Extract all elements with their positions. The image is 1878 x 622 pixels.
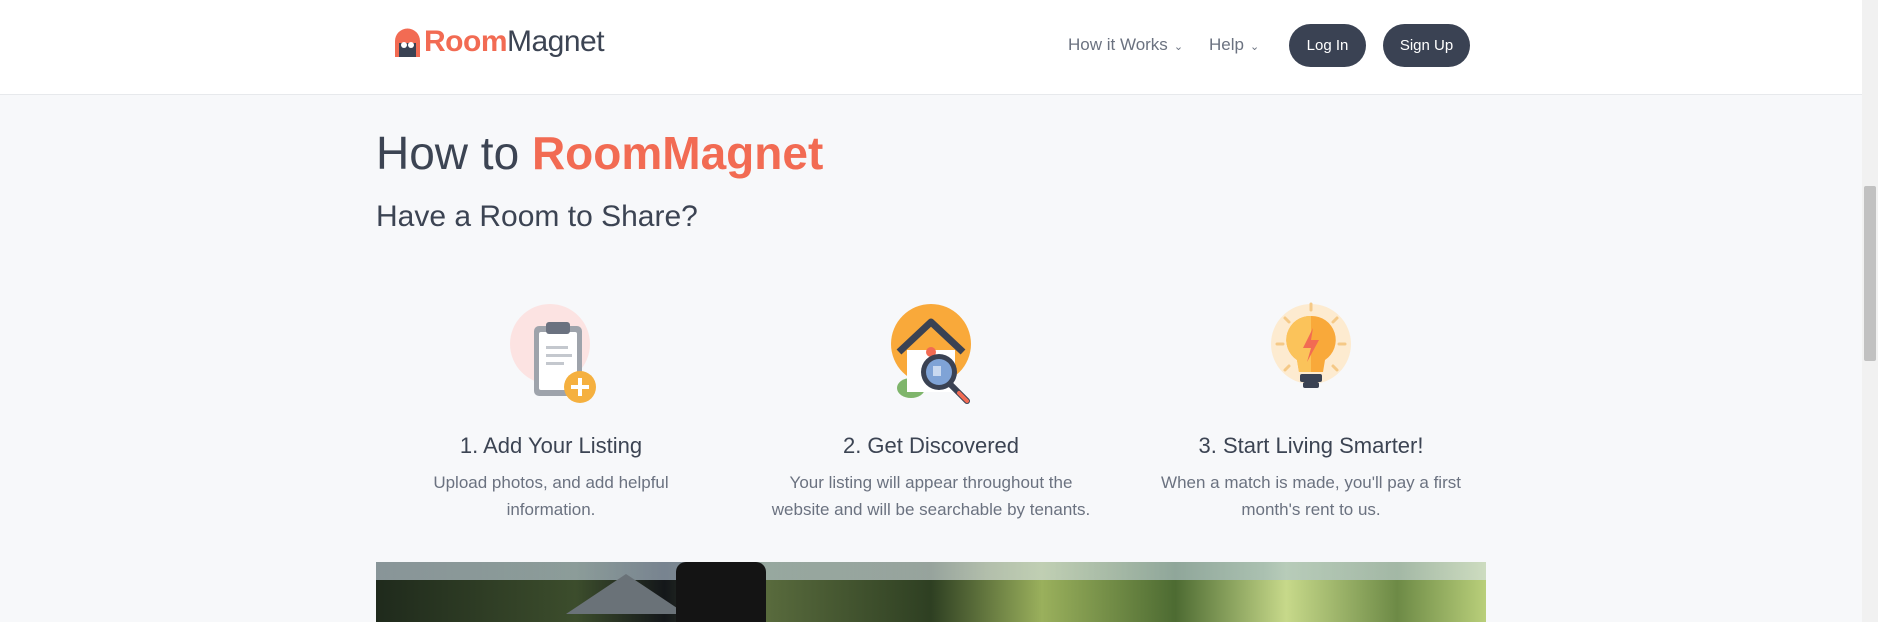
step-card: 1. Add Your Listing Upload photos, and a… [381, 300, 721, 523]
login-button[interactable]: Log In [1289, 24, 1366, 67]
section-subtitle: Have a Room to Share? [376, 200, 698, 233]
logo-text-room: Room [424, 25, 508, 58]
step-description-line: information. [506, 500, 596, 519]
photo-person [676, 562, 766, 622]
page-title-brand: RoomMagnet [531, 127, 824, 179]
site-header: Room Magnet How it Works ⌄ Help ⌄ Log In … [0, 0, 1862, 95]
step-description: When a match is made, you'll pay a first… [1141, 469, 1481, 523]
logo-text-magnet: Magnet [507, 25, 605, 58]
logo-magnet-icon [395, 28, 420, 57]
nav-help-label: Help [1209, 35, 1244, 54]
hero-photo [376, 562, 1486, 622]
step-title: 3. Start Living Smarter! [1198, 433, 1424, 458]
photo-sky [376, 562, 1486, 580]
scrollbar-thumb[interactable] [1864, 186, 1876, 361]
clipboard-add-icon [510, 304, 596, 403]
photo-house-roof [566, 574, 686, 614]
signup-button[interactable]: Sign Up [1383, 24, 1470, 67]
page-title: How to RoomMagnet [376, 126, 823, 180]
house-search-icon [891, 304, 971, 404]
nav-how-it-works[interactable]: How it Works ⌄ [1068, 35, 1183, 55]
lightbulb-icon [1271, 302, 1351, 388]
step-description-line: month's rent to us. [1241, 500, 1381, 519]
step-description-line: website and will be searchable by tenant… [771, 500, 1091, 519]
step-title: 2. Get Discovered [842, 433, 1020, 458]
site-logo[interactable]: Room Magnet [393, 22, 605, 62]
step-title: 1. Add Your Listing [459, 433, 643, 458]
step-description: Upload photos, and add helpful informati… [381, 469, 721, 523]
step-card: 2. Get Discovered Your listing will appe… [761, 300, 1101, 523]
step-description-line: When a match is made, you'll pay a first [1161, 473, 1461, 492]
nav-how-it-works-label: How it Works [1068, 35, 1168, 54]
step-card: 3. Start Living Smarter! When a match is… [1141, 300, 1481, 523]
chevron-down-icon: ⌄ [1249, 40, 1260, 53]
step-description: Your listing will appear throughout the … [761, 469, 1101, 523]
chevron-down-icon: ⌄ [1173, 40, 1184, 53]
step-description-line: Your listing will appear throughout the [789, 473, 1073, 492]
page-title-prefix: How to [376, 127, 532, 179]
nav-help[interactable]: Help ⌄ [1209, 35, 1259, 55]
step-description-line: Upload photos, and add helpful [433, 473, 669, 492]
